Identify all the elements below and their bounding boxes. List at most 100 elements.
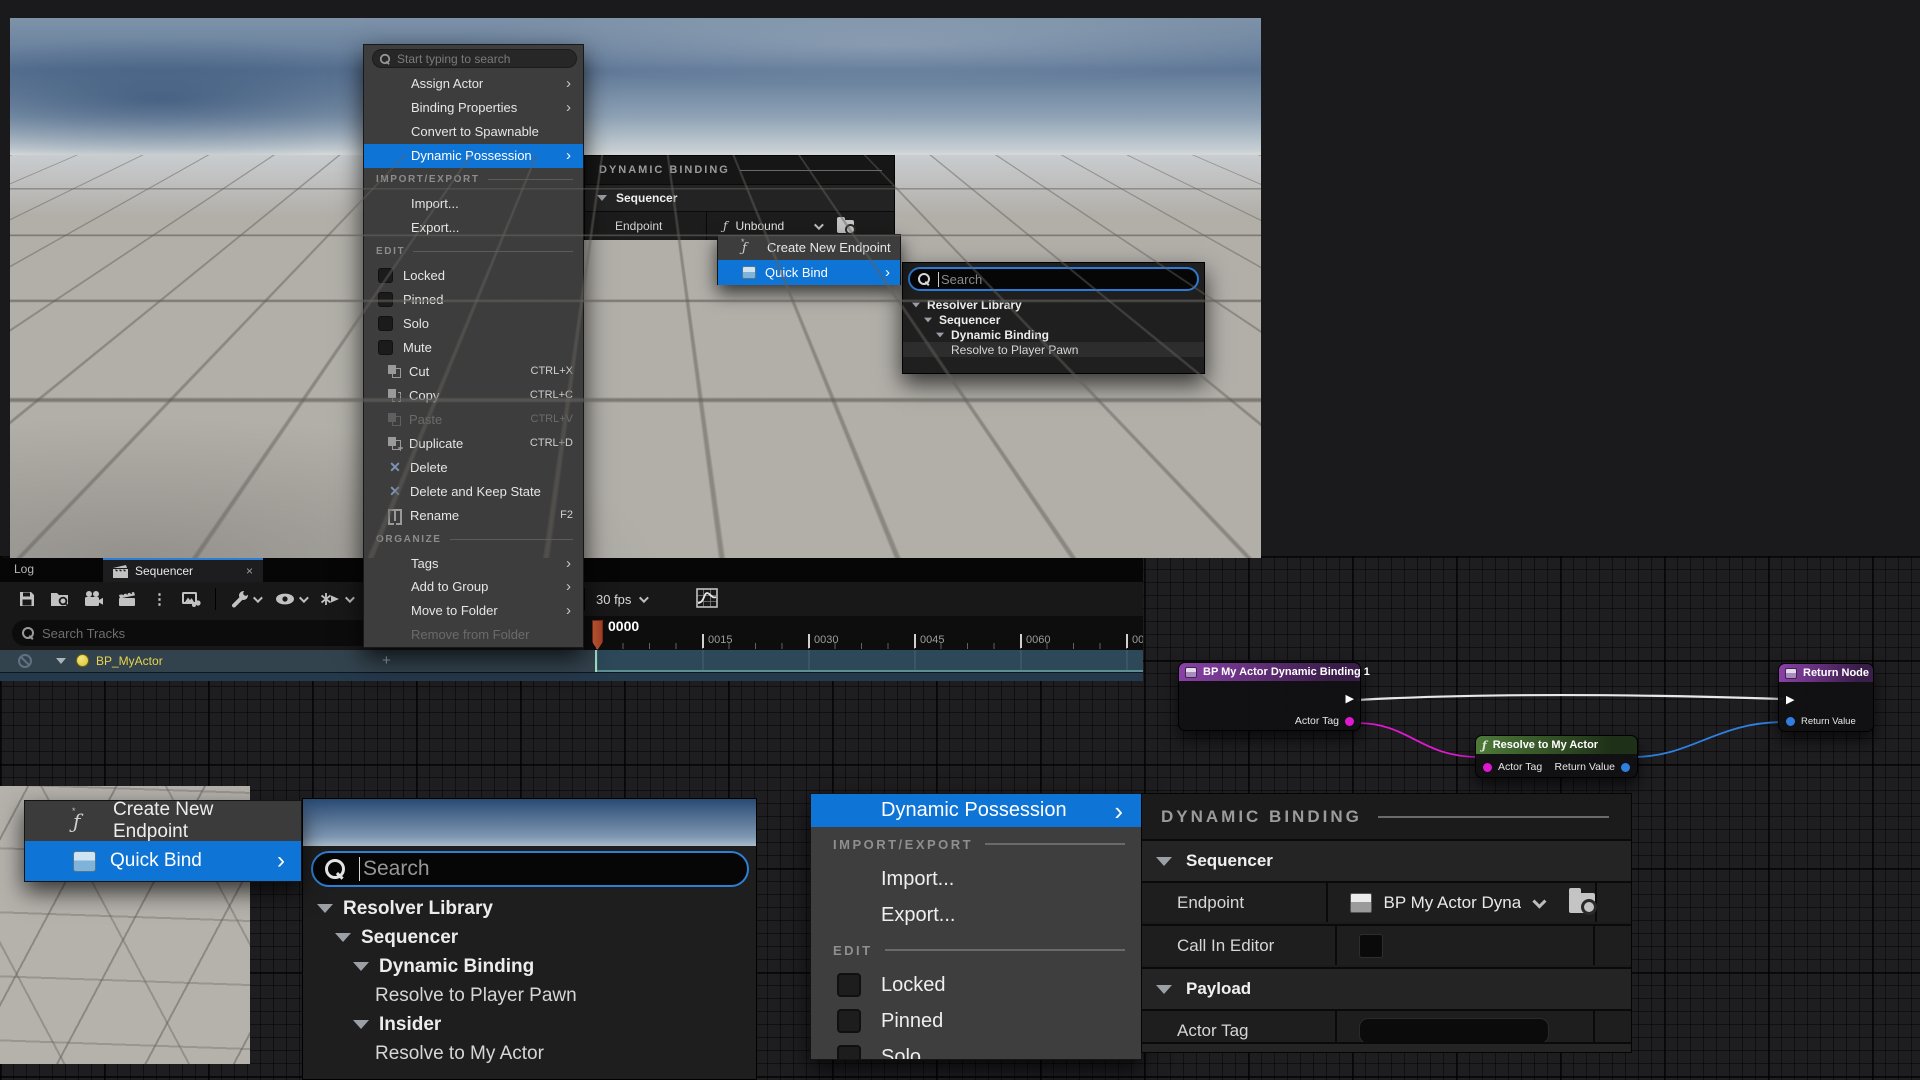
endpoint-submenu: *ƒ Create New Endpoint Quick Bind ›	[717, 234, 901, 285]
actor-tag-input[interactable]	[1359, 1018, 1549, 1044]
checkbox[interactable]	[837, 1045, 861, 1060]
menu-item-move-to-folder[interactable]: Move to Folder›	[364, 599, 583, 623]
tab-close-icon[interactable]: ×	[246, 564, 253, 578]
blue-pin-icon[interactable]	[1621, 763, 1630, 772]
endpoint-dropdown[interactable]: BP My Actor Dyna	[1328, 883, 1598, 922]
tab-log[interactable]: Log	[14, 562, 34, 576]
pin-label: Actor Tag	[1295, 715, 1339, 727]
menu-item-solo[interactable]: Solo	[364, 312, 583, 336]
menu-item-pinned[interactable]: Pinned	[364, 288, 583, 312]
menu-item-dynamic-possession[interactable]: Dynamic Possession ›	[811, 794, 1141, 827]
menu-item-rename[interactable]: RenameF2	[364, 503, 583, 527]
track-section-bar[interactable]	[596, 650, 1143, 672]
menu-item-quick-bind[interactable]: Quick Bind ›	[718, 260, 900, 285]
playback-options-dropdown[interactable]	[320, 590, 352, 608]
checkbox[interactable]	[378, 316, 393, 331]
menu-item-dynamic-possession[interactable]: Dynamic Possession›	[364, 144, 583, 168]
menu-item-create-new-endpoint[interactable]: *ƒ Create New Endpoint	[718, 235, 900, 260]
node-bp-my-actor-dynamic-binding[interactable]: BP My Actor Dynamic Binding 1 ▶ Actor Ta…	[1178, 662, 1361, 731]
checkbox[interactable]	[837, 1009, 861, 1033]
tree-item-sequencer[interactable]: Sequencer	[303, 923, 756, 952]
add-section-button[interactable]: +	[382, 652, 391, 669]
node-header[interactable]: ƒ Resolve to My Actor	[1476, 736, 1637, 754]
exec-input-pin[interactable]: ▶	[1786, 695, 1794, 706]
node-header[interactable]: BP My Actor Dynamic Binding 1	[1179, 663, 1360, 681]
menu-item-cut[interactable]: CutCTRL+X	[364, 359, 583, 383]
tree-item-dynamic-binding[interactable]: Dynamic Binding	[303, 952, 756, 981]
endpoint-label: Endpoint	[585, 212, 707, 240]
menu-item-quick-bind[interactable]: Quick Bind ›	[25, 841, 301, 881]
blue-pin-icon[interactable]	[1786, 717, 1795, 726]
menu-item-import[interactable]: Import...	[364, 192, 583, 216]
tab-sequencer[interactable]: Sequencer ×	[103, 558, 263, 582]
track-collapse-arrow[interactable]	[56, 658, 66, 664]
pin-label: Return Value	[1801, 716, 1856, 727]
tree-item-dynamic-binding[interactable]: Dynamic Binding	[903, 327, 1204, 342]
return-value-output-pin[interactable]: Return Value	[1554, 761, 1630, 773]
menu-item-create-new-endpoint[interactable]: *ƒ Create New Endpoint	[25, 801, 301, 841]
node-resolve-to-my-actor[interactable]: ƒ Resolve to My Actor Actor Tag Return V…	[1475, 735, 1638, 778]
menu-item-copy[interactable]: CopyCTRL+C	[364, 383, 583, 407]
popup-search-input[interactable]: Search	[908, 267, 1199, 291]
tree-item-sequencer[interactable]: Sequencer	[903, 312, 1204, 327]
menu-item-import[interactable]: Import...	[811, 861, 1141, 897]
checkbox[interactable]	[378, 268, 393, 283]
checkbox[interactable]	[378, 340, 393, 355]
menu-item-convert-to-spawnable[interactable]: Convert to Spawnable	[364, 120, 583, 144]
open-sequence-button[interactable]	[50, 590, 70, 608]
menu-item-locked[interactable]: Locked	[811, 967, 1141, 1003]
fps-dropdown[interactable]: 30 fps	[596, 582, 646, 616]
menu-item-export[interactable]: Export...	[364, 216, 583, 240]
menu-item-locked[interactable]: Locked	[364, 264, 583, 288]
menu-item-solo[interactable]: Solo	[811, 1039, 1141, 1060]
save-button[interactable]	[18, 590, 36, 608]
tree-item-resolver-library[interactable]: Resolver Library	[303, 894, 756, 923]
magenta-pin-icon[interactable]	[1345, 717, 1354, 726]
render-movie-button[interactable]	[118, 590, 138, 608]
menu-item-duplicate[interactable]: +DuplicateCTRL+D	[364, 431, 583, 455]
menu-item-export[interactable]: Export...	[811, 897, 1141, 933]
menu-search-input[interactable]: Start typing to search	[372, 49, 577, 68]
timeline-ruler[interactable]: 0000 0015 0030 0045 0060 00	[584, 616, 1143, 650]
node-return[interactable]: Return Node ▶ Return Value	[1778, 663, 1874, 732]
actor-tag-input-pin[interactable]: Actor Tag	[1483, 761, 1542, 773]
panel-header: DYNAMIC BINDING	[585, 156, 894, 184]
menu-item-delete[interactable]: ✕Delete	[364, 455, 583, 479]
endpoint-row: Endpoint BP My Actor Dyna	[1142, 881, 1631, 922]
curve-editor-button[interactable]	[696, 588, 718, 608]
menu-item-tags[interactable]: Tags›	[364, 551, 583, 575]
kebab-menu-icon[interactable]: ⋮	[152, 590, 167, 608]
checkbox[interactable]	[837, 973, 861, 997]
settings-wrench-dropdown[interactable]	[230, 589, 260, 609]
tree-item-resolver-library[interactable]: Resolver Library	[903, 297, 1204, 312]
node-header[interactable]: Return Node	[1779, 664, 1873, 682]
checkbox[interactable]	[378, 292, 393, 307]
popup-search-input[interactable]: Search	[311, 851, 749, 887]
view-options-eye-dropdown[interactable]	[274, 590, 306, 608]
call-in-editor-checkbox[interactable]	[1359, 934, 1383, 958]
menu-item-delete-keep-state[interactable]: ✕Delete and Keep State	[364, 479, 583, 503]
menu-item-binding-properties[interactable]: Binding Properties›	[364, 96, 583, 120]
search-icon	[22, 627, 34, 639]
menu-item-assign-actor[interactable]: Assign Actor›	[364, 72, 583, 96]
browse-folder-icon[interactable]	[837, 220, 854, 233]
menu-item-mute[interactable]: Mute	[364, 335, 583, 359]
section-payload[interactable]: Payload	[1142, 967, 1631, 1009]
exec-output-pin[interactable]: ▶	[1346, 694, 1354, 705]
return-value-input-pin[interactable]: Return Value	[1786, 716, 1856, 727]
mute-deactivate-icon[interactable]	[18, 654, 32, 668]
section-sequencer[interactable]: Sequencer	[1142, 839, 1631, 881]
section-sequencer[interactable]: Sequencer	[585, 184, 894, 211]
track-name[interactable]: BP_MyActor	[96, 654, 163, 668]
menu-item-add-to-group[interactable]: Add to Group›	[364, 575, 583, 599]
menu-item-pinned[interactable]: Pinned	[811, 1003, 1141, 1039]
camera-button[interactable]	[84, 590, 104, 608]
tree-item-resolve-to-player-pawn[interactable]: Resolve to Player Pawn	[903, 342, 1204, 357]
tree-item-resolve-to-player-pawn[interactable]: Resolve to Player Pawn	[303, 981, 756, 1010]
browse-folder-icon[interactable]	[1569, 893, 1595, 913]
actor-tag-output-pin[interactable]: Actor Tag	[1295, 715, 1354, 727]
thumbnail-options-button[interactable]	[181, 590, 201, 608]
tree-item-resolve-to-my-actor[interactable]: Resolve to My Actor	[303, 1039, 756, 1068]
tree-item-insider[interactable]: Insider	[303, 1010, 756, 1039]
magenta-pin-icon[interactable]	[1483, 763, 1492, 772]
